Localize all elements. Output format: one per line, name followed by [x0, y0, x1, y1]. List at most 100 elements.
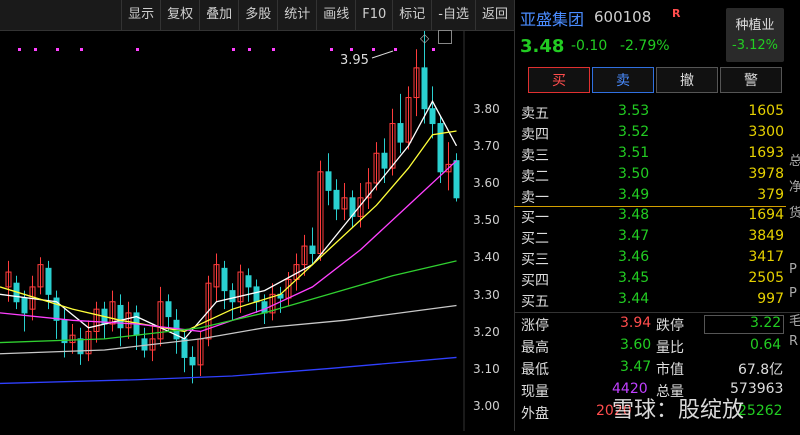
sector-change: -3.12% — [732, 38, 778, 53]
level-label: 买二 — [521, 231, 549, 247]
diamond-icon[interactable]: ◇ — [420, 31, 429, 45]
cancel-button[interactable]: 撤 — [656, 67, 718, 93]
level-price: 3.51 — [618, 145, 650, 161]
level-volume: 2505 — [748, 270, 784, 286]
y-tick: 3.10 — [473, 362, 500, 376]
level-price: 3.47 — [618, 228, 650, 244]
level-volume: 997 — [757, 291, 784, 307]
side-label: 净 — [789, 180, 800, 195]
candle-body — [21, 297, 28, 314]
level-price: 3.46 — [618, 249, 650, 265]
stats-divider — [514, 312, 800, 313]
sector-box[interactable]: 种植业 -3.12% — [726, 8, 784, 62]
level-label: 买三 — [521, 252, 549, 268]
square-icon[interactable] — [438, 30, 452, 44]
signal-marker — [80, 48, 83, 51]
sell-button[interactable]: 卖 — [592, 67, 654, 93]
order-book-row[interactable]: 卖二 3.50 3978 — [514, 165, 800, 186]
vol-ratio-value: 0.64 — [750, 337, 782, 353]
order-book-row[interactable]: 买三 3.46 3417 — [514, 248, 800, 269]
order-book-row[interactable]: 买一 3.48 1694 — [514, 206, 800, 227]
signal-marker — [232, 48, 235, 51]
order-book-row[interactable]: 买五 3.44 997 — [514, 290, 800, 311]
margin-badge: R — [672, 7, 681, 20]
ma250-line — [0, 356, 457, 385]
limit-down-label: 跌停 — [656, 318, 684, 334]
kline-chart[interactable]: 3.80 3.70 3.60 3.50 3.40 3.30 3.20 3.10 … — [0, 23, 514, 431]
candle-body — [429, 108, 436, 125]
order-book-row[interactable]: 卖一 3.49 379 — [514, 186, 800, 207]
level-label: 卖四 — [521, 127, 549, 143]
candle-body — [181, 338, 188, 358]
toolbar-stats[interactable]: 统计 — [277, 0, 316, 30]
level-price: 3.53 — [618, 103, 650, 119]
cur-vol-label: 现量 — [521, 384, 549, 400]
level-price: 3.52 — [618, 124, 650, 140]
toolbar-f10[interactable]: F10 — [355, 0, 392, 30]
y-tick: 3.50 — [473, 213, 500, 227]
candle-body — [189, 356, 196, 366]
high-label: 最高 — [521, 340, 549, 356]
side-label: 毛 — [789, 314, 800, 329]
order-book-row[interactable]: 卖四 3.52 3300 — [514, 123, 800, 144]
level-volume: 379 — [757, 187, 784, 203]
mcap-value: 67.8亿 — [738, 362, 784, 378]
order-book-row[interactable]: 买二 3.47 3849 — [514, 227, 800, 248]
candle-body — [45, 267, 52, 295]
toolbar-mark[interactable]: 标记 — [392, 0, 431, 30]
y-tick: 3.70 — [473, 139, 500, 153]
stock-name: 亚盛集团 — [520, 10, 585, 29]
order-book-row[interactable]: 买四 3.45 2505 — [514, 269, 800, 290]
toolbar-back[interactable]: 返回 — [474, 0, 514, 30]
book-divider — [514, 206, 786, 207]
candle-body — [61, 319, 68, 344]
side-label: P — [789, 286, 797, 301]
toolbar-draw[interactable]: 画线 — [316, 0, 355, 30]
toolbar-multi[interactable]: 多股 — [238, 0, 277, 30]
ma10-line — [0, 130, 457, 333]
signal-marker — [372, 48, 375, 51]
y-tick: 3.40 — [473, 250, 500, 264]
level-label: 买五 — [521, 294, 549, 310]
level-label: 卖一 — [521, 190, 549, 206]
toolbar-watchlist[interactable]: -自选 — [431, 0, 475, 30]
inner-value: 25262 — [738, 403, 783, 419]
kline-svg — [0, 23, 465, 431]
level-label: 卖二 — [521, 169, 549, 185]
order-book-row[interactable]: 卖五 3.53 1605 — [514, 102, 800, 123]
level-price: 3.50 — [618, 166, 650, 182]
side-label: 总 — [789, 154, 800, 169]
order-book-row[interactable]: 卖三 3.51 1693 — [514, 144, 800, 165]
alert-button[interactable]: 警 — [720, 67, 782, 93]
buy-button[interactable]: 买 — [528, 67, 590, 93]
signal-marker — [248, 48, 251, 51]
signal-marker — [136, 48, 139, 51]
level-price: 3.44 — [618, 291, 650, 307]
last-price: 3.48 — [520, 36, 565, 57]
level-volume: 3978 — [748, 166, 784, 182]
level-label: 买四 — [521, 273, 549, 289]
level-label: 买一 — [521, 210, 549, 226]
side-label: R — [789, 334, 799, 349]
candle-body — [309, 245, 316, 254]
candle-body — [421, 67, 428, 110]
level-price: 3.45 — [618, 270, 650, 286]
toolbar-adjust[interactable]: 复权 — [160, 0, 199, 30]
ma120-line — [0, 304, 457, 355]
y-tick: 3.60 — [473, 176, 500, 190]
candle-body — [381, 152, 388, 169]
level-price: 3.48 — [618, 207, 650, 223]
price-change-pct: -2.79% — [620, 38, 670, 54]
candle-body — [117, 304, 124, 329]
toolbar-show[interactable]: 显示 — [121, 0, 160, 30]
toolbar-overlay[interactable]: 叠加 — [199, 0, 238, 30]
candle-body — [245, 275, 252, 288]
level-volume: 3417 — [748, 249, 784, 265]
level-label: 卖三 — [521, 148, 549, 164]
signal-marker — [34, 48, 37, 51]
y-tick: 3.30 — [473, 288, 500, 302]
candle-body — [221, 267, 228, 292]
candle-body — [261, 301, 268, 314]
price-change: -0.10 — [571, 38, 608, 54]
stock-code: 600108 — [594, 8, 652, 26]
